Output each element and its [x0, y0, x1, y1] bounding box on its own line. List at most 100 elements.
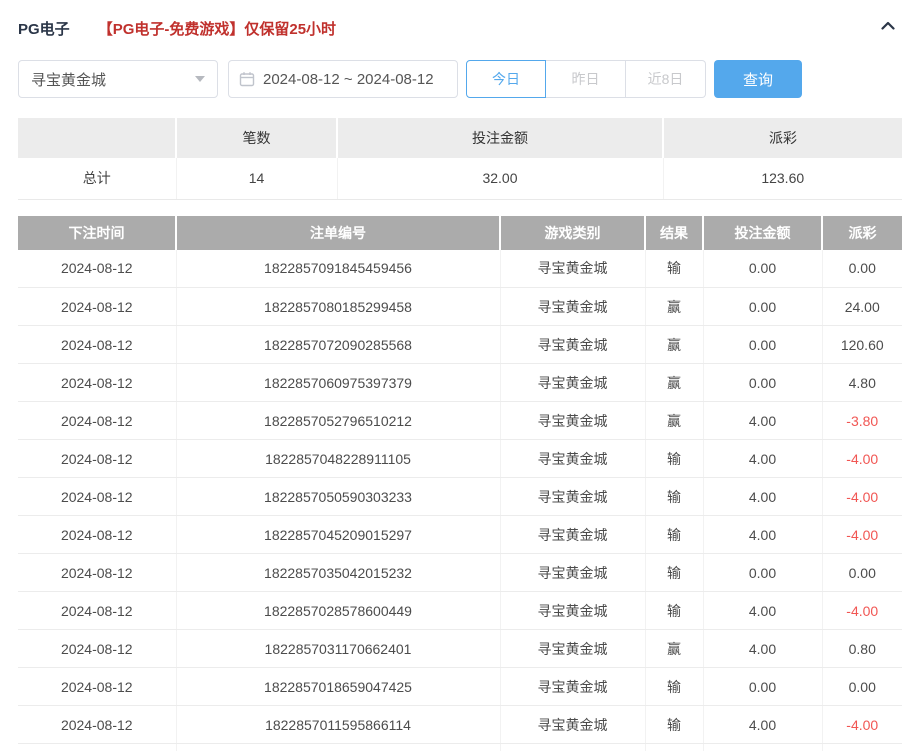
table-row: 2024-08-12 1822857028578600449 寻宝黄金城输 4.00-…	[18, 591, 902, 630]
cell-game-type: 寻宝黄金城	[500, 629, 646, 668]
cell-order-id: 1822857048228911105	[176, 439, 501, 478]
cell-game-type: 寻宝黄金城	[500, 705, 646, 744]
yesterday-button[interactable]: 昨日	[546, 60, 626, 98]
cell-result: 输	[645, 477, 704, 516]
cell-bet-time: 2024-08-12	[18, 287, 177, 326]
summary-total-row: 总计 14 32.00 123.60	[18, 158, 902, 200]
cell-payout: 4.80	[822, 363, 902, 402]
cell-order-id: 1822857031170662401	[176, 629, 501, 668]
cell-result: 输	[645, 667, 704, 706]
cell-bet-time: 2024-08-12	[18, 667, 177, 706]
game-select-value: 寻宝黄金城	[31, 71, 107, 89]
cell-result	[645, 743, 704, 751]
summary-header-bet-amount: 投注金额	[337, 118, 664, 158]
table-row: 2024-08-12 1822857052796510212 寻宝黄金城赢 4.00-…	[18, 401, 902, 440]
col-header-game-type: 游戏类别	[500, 215, 646, 250]
cell-game-type: 寻宝黄金城	[500, 477, 646, 516]
cell-bet-amount: 0.00	[703, 287, 823, 326]
cell-payout: 0.00	[822, 249, 902, 288]
cell-game-type: 寻宝黄金城	[500, 249, 646, 288]
cell-bet-amount: 4.00	[703, 515, 823, 554]
col-header-bet-time: 下注时间	[18, 215, 177, 250]
cell-result: 输	[645, 515, 704, 554]
cell-result: 赢	[645, 629, 704, 668]
cell-bet-amount: 0.00	[703, 249, 823, 288]
summary-table: 笔数 投注金额 派彩 总计 14 32.00 123.60	[18, 118, 902, 200]
retention-notice: 【PG电子-免费游戏】仅保留25小时	[97, 20, 337, 38]
cell-bet-time: 2024-08-12	[18, 705, 177, 744]
cell-bet-time: 2024-08-12	[18, 363, 177, 402]
cell-payout	[822, 743, 902, 751]
bet-table-body: 2024-08-12 1822857091845459456 寻宝黄金城输 0.00 0…	[18, 249, 902, 751]
cell-order-id: 1822857050590303233	[176, 477, 501, 516]
date-range-value: 2024-08-12 ~ 2024-08-12	[263, 70, 434, 88]
summary-count-value: 14	[176, 158, 338, 200]
cell-payout: -4.00	[822, 705, 902, 744]
cell-payout: 0.00	[822, 553, 902, 592]
cell-game-type: 寻宝黄金城	[500, 439, 646, 478]
summary-header-row: 笔数 投注金额 派彩	[18, 118, 902, 158]
cell-result: 赢	[645, 287, 704, 326]
quick-date-button-group: 今日 昨日 近8日	[466, 60, 706, 98]
cell-bet-amount: 0.00	[703, 363, 823, 402]
cell-bet-amount: 4.00	[703, 629, 823, 668]
bet-table-header-row: 下注时间 注单编号 游戏类别 结果 投注金额 派彩	[18, 215, 902, 250]
chevron-up-icon	[878, 16, 898, 41]
cell-payout: 0.00	[822, 667, 902, 706]
cell-bet-amount	[703, 743, 823, 751]
cell-game-type: 寻宝黄金城	[500, 553, 646, 592]
summary-bet-amount-value: 32.00	[337, 158, 664, 200]
table-row: 2024-08-12 1822857091845459456 寻宝黄金城输 0.00 0…	[18, 249, 902, 288]
table-row: 2024-08-12 1822857060975397379 寻宝黄金城赢 0.00 4…	[18, 363, 902, 402]
bet-records-table: 下注时间 注单编号 游戏类别 结果 投注金额 派彩 2024-08-12 1822…	[18, 215, 902, 751]
table-row: 2024-08-12 1822857045209015297 寻宝黄金城输 4.00-…	[18, 515, 902, 554]
cell-bet-time: 2024-08-12	[18, 591, 177, 630]
today-button[interactable]: 今日	[466, 60, 546, 98]
collapse-panel-button[interactable]	[878, 16, 898, 41]
cell-bet-time: 2024-08-12	[18, 401, 177, 440]
cell-game-type: 寻宝黄金城	[500, 325, 646, 364]
cell-order-id: 1822857035042015232	[176, 553, 501, 592]
pg-records-panel: PG电子 【PG电子-免费游戏】仅保留25小时 寻宝黄金城 2024-08-12…	[0, 14, 920, 751]
cell-bet-amount: 4.00	[703, 477, 823, 516]
cell-order-id: 1822857018659047425	[176, 667, 501, 706]
cell-payout: 24.00	[822, 287, 902, 326]
cell-bet-amount: 4.00	[703, 401, 823, 440]
cell-bet-amount: 0.00	[703, 667, 823, 706]
cell-order-id: 1822857060975397379	[176, 363, 501, 402]
col-header-payout: 派彩	[822, 215, 902, 250]
cell-game-type: 寻宝黄金城	[500, 591, 646, 630]
cell-bet-time: 2024-08-12	[18, 249, 177, 288]
cell-game-type: 寻宝黄金城	[500, 667, 646, 706]
cell-bet-time	[18, 743, 177, 751]
cell-bet-time: 2024-08-12	[18, 553, 177, 592]
col-header-bet-amount: 投注金额	[703, 215, 823, 250]
cell-order-id: 1822857028578600449	[176, 591, 501, 630]
cell-bet-time: 2024-08-12	[18, 477, 177, 516]
cell-payout: -4.00	[822, 591, 902, 630]
page-title: PG电子	[18, 20, 70, 38]
cell-result: 输	[645, 553, 704, 592]
calendar-icon	[239, 71, 255, 87]
cell-bet-amount: 4.00	[703, 591, 823, 630]
summary-header-payout: 派彩	[663, 118, 902, 158]
table-row: 2024-08-12 1822857072090285568 寻宝黄金城赢 0.00 1…	[18, 325, 902, 364]
cell-result: 赢	[645, 401, 704, 440]
cell-payout: -4.00	[822, 477, 902, 516]
summary-header-count: 笔数	[176, 118, 338, 158]
cell-bet-amount: 0.00	[703, 325, 823, 364]
date-range-input[interactable]: 2024-08-12 ~ 2024-08-12	[228, 60, 458, 98]
cell-bet-amount: 0.00	[703, 553, 823, 592]
panel-header: PG电子 【PG电子-免费游戏】仅保留25小时	[18, 14, 902, 42]
col-header-order-id: 注单编号	[176, 215, 501, 250]
cell-bet-time: 2024-08-12	[18, 439, 177, 478]
cell-payout: -4.00	[822, 515, 902, 554]
last-8-days-button[interactable]: 近8日	[626, 60, 706, 98]
summary-header-empty	[18, 118, 177, 158]
chevron-down-icon	[195, 76, 205, 82]
cell-result: 输	[645, 439, 704, 478]
search-button[interactable]: 查询	[714, 60, 802, 98]
table-row: 2024-08-12 1822857050590303233 寻宝黄金城输 4.00-…	[18, 477, 902, 516]
game-select[interactable]: 寻宝黄金城	[18, 60, 218, 98]
table-row: 2024-08-12 1822857031170662401 寻宝黄金城赢 4.00 0…	[18, 629, 902, 668]
